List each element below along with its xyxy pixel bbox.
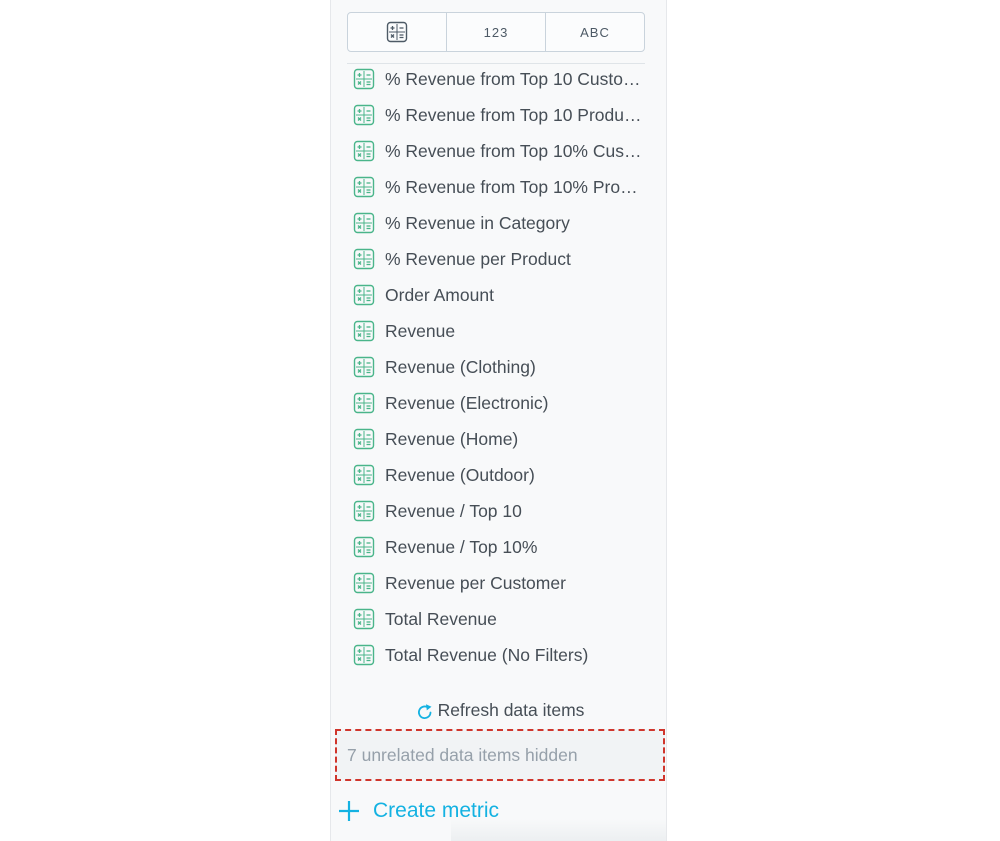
filter-numbers-button[interactable]: 123 xyxy=(447,13,546,51)
metric-label: Revenue (Clothing) xyxy=(385,356,536,377)
metric-item[interactable]: % Revenue per Product xyxy=(353,241,653,277)
metric-label: % Revenue from Top 10 Products xyxy=(385,104,643,125)
metric-calculator-icon xyxy=(353,356,375,378)
metric-item[interactable]: Order Amount xyxy=(353,277,653,313)
filter-numbers-label: 123 xyxy=(483,24,509,40)
hidden-items-text: 7 unrelated data items hidden xyxy=(347,744,578,765)
metric-calculator-icon xyxy=(353,176,375,198)
metric-label: Total Revenue xyxy=(385,608,497,629)
data-items-panel: 123 ABC % Revenue from Top 10 Customers%… xyxy=(330,0,667,841)
plus-icon xyxy=(339,801,359,821)
calculator-icon xyxy=(386,21,408,43)
metric-item[interactable]: Revenue (Clothing) xyxy=(353,349,653,385)
metric-item[interactable]: Revenue (Home) xyxy=(353,421,653,457)
refresh-data-items-button[interactable]: Refresh data items xyxy=(331,697,668,723)
metric-calculator-icon xyxy=(353,320,375,342)
metric-calculator-icon xyxy=(353,212,375,234)
metric-item[interactable]: % Revenue in Category xyxy=(353,205,653,241)
metric-item[interactable]: Total Revenue (No Filters) xyxy=(353,637,653,673)
metric-calculator-icon xyxy=(353,248,375,270)
metric-calculator-icon xyxy=(353,104,375,126)
metric-calculator-icon xyxy=(353,140,375,162)
filter-text-button[interactable]: ABC xyxy=(546,13,644,51)
type-filter-bar: 123 ABC xyxy=(347,12,645,52)
metric-label: Revenue / Top 10% xyxy=(385,536,538,557)
metric-label: % Revenue from Top 10% Customers xyxy=(385,140,643,161)
metric-list: % Revenue from Top 10 Customers % Revenue… xyxy=(353,61,653,673)
metric-calculator-icon xyxy=(353,464,375,486)
scroll-fade xyxy=(451,819,666,841)
metric-calculator-icon xyxy=(353,536,375,558)
filter-metrics-button[interactable] xyxy=(348,13,447,51)
metric-item[interactable]: Revenue / Top 10% xyxy=(353,529,653,565)
metric-item[interactable]: Revenue per Customer xyxy=(353,565,653,601)
metric-label: % Revenue from Top 10 Customers xyxy=(385,68,643,89)
metric-item[interactable]: Revenue (Outdoor) xyxy=(353,457,653,493)
metric-label: % Revenue from Top 10% Products xyxy=(385,176,643,197)
metric-label: Revenue xyxy=(385,320,456,341)
metric-label: % Revenue per Product xyxy=(385,248,571,269)
metric-item[interactable]: Revenue / Top 10 xyxy=(353,493,653,529)
metric-label: Order Amount xyxy=(385,284,494,305)
metric-item[interactable]: Total Revenue xyxy=(353,601,653,637)
metric-item[interactable]: % Revenue from Top 10 Customers xyxy=(353,61,653,97)
metric-calculator-icon xyxy=(353,68,375,90)
metric-calculator-icon xyxy=(353,428,375,450)
refresh-icon xyxy=(417,703,432,719)
metric-calculator-icon xyxy=(353,572,375,594)
hidden-items-notice: 7 unrelated data items hidden xyxy=(335,729,665,781)
metric-item[interactable]: % Revenue from Top 10 Products xyxy=(353,97,653,133)
metric-item[interactable]: % Revenue from Top 10% Customers xyxy=(353,133,653,169)
metric-item[interactable]: Revenue xyxy=(353,313,653,349)
metric-label: Revenue / Top 10 xyxy=(385,500,522,521)
metric-label: Revenue (Home) xyxy=(385,428,519,449)
metric-item[interactable]: Revenue (Electronic) xyxy=(353,385,653,421)
refresh-label: Refresh data items xyxy=(437,699,585,720)
metric-calculator-icon xyxy=(353,500,375,522)
metric-calculator-icon xyxy=(353,284,375,306)
metric-label: Revenue (Outdoor) xyxy=(385,464,535,485)
metric-calculator-icon xyxy=(353,608,375,630)
metric-label: Revenue (Electronic) xyxy=(385,392,549,413)
metric-label: Revenue per Customer xyxy=(385,572,566,593)
filter-text-label: ABC xyxy=(580,24,610,40)
metric-calculator-icon xyxy=(353,644,375,666)
metric-label: % Revenue in Category xyxy=(385,212,570,233)
metric-item[interactable]: % Revenue from Top 10% Products xyxy=(353,169,653,205)
metric-label: Total Revenue (No Filters) xyxy=(385,644,589,665)
metric-calculator-icon xyxy=(353,392,375,414)
